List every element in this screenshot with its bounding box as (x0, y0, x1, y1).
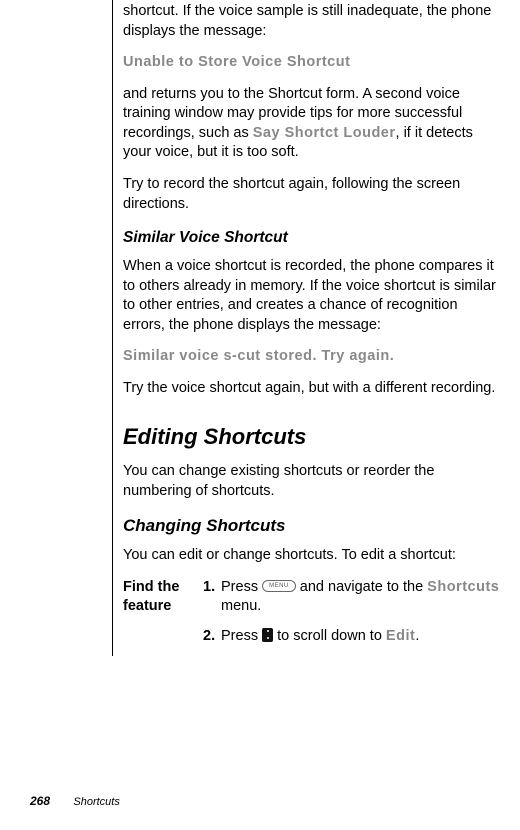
main-content: shortcut. If the voice sample is still i… (112, 0, 502, 656)
editing-paragraph-1: You can change existing shortcuts or reo… (123, 462, 502, 501)
step-text: Press to scroll down to Edit. (221, 627, 502, 647)
text-fragment: and navigate to the (296, 579, 427, 595)
page-number: 268 (30, 794, 50, 808)
intro-paragraph-2: and returns you to the Shortcut form. A … (123, 85, 502, 163)
intro-paragraph-3: Try to record the shortcut again, follow… (123, 175, 502, 214)
chapter-name: Shortcuts (73, 796, 119, 808)
step-number: 2. (203, 627, 221, 647)
text-fragment: to scroll down to (273, 628, 386, 644)
heading-editing-shortcuts: Editing Shortcuts (123, 422, 502, 452)
page-container: shortcut. If the voice sample is still i… (0, 0, 520, 656)
display-text-edit: Edit (386, 628, 415, 644)
display-text-say-louder: Say Shortct Louder (253, 125, 396, 141)
step-number: 1. (203, 578, 221, 617)
text-fragment: Press (221, 579, 262, 595)
text-fragment: menu. (221, 598, 261, 614)
heading-similar-voice-shortcut: Similar Voice Shortcut (123, 228, 502, 249)
text-fragment: . (415, 628, 419, 644)
display-message-similar: Similar voice s-cut stored. Try again. (123, 347, 502, 367)
steps-list: 1. Press MENU and navigate to the Shortc… (203, 578, 502, 657)
heading-changing-shortcuts: Changing Shortcuts (123, 515, 502, 538)
display-message-unable: Unable to Store Voice Shortcut (123, 53, 502, 73)
step-2: 2. Press to scroll down to Edit. (203, 627, 502, 647)
step-text: Press MENU and navigate to the Shortcuts… (221, 578, 502, 617)
find-the-feature-label: Find the feature (123, 578, 203, 616)
changing-paragraph-1: You can edit or change shortcuts. To edi… (123, 546, 502, 566)
ff-label-line2: feature (123, 598, 171, 614)
nav-button-icon (262, 628, 273, 642)
ff-label-line1: Find the (123, 579, 179, 595)
intro-paragraph-1: shortcut. If the voice sample is still i… (123, 2, 502, 41)
similar-paragraph-2: Try the voice shortcut again, but with a… (123, 379, 502, 399)
text-fragment: Press (221, 628, 262, 644)
find-the-feature-block: Find the feature 1. Press MENU and navig… (123, 578, 502, 657)
step-1: 1. Press MENU and navigate to the Shortc… (203, 578, 502, 617)
display-text-shortcuts: Shortcuts (427, 579, 499, 595)
menu-button-icon: MENU (262, 580, 296, 592)
similar-paragraph-1: When a voice shortcut is recorded, the p… (123, 257, 502, 335)
page-footer: 268 Shortcuts (30, 793, 120, 810)
